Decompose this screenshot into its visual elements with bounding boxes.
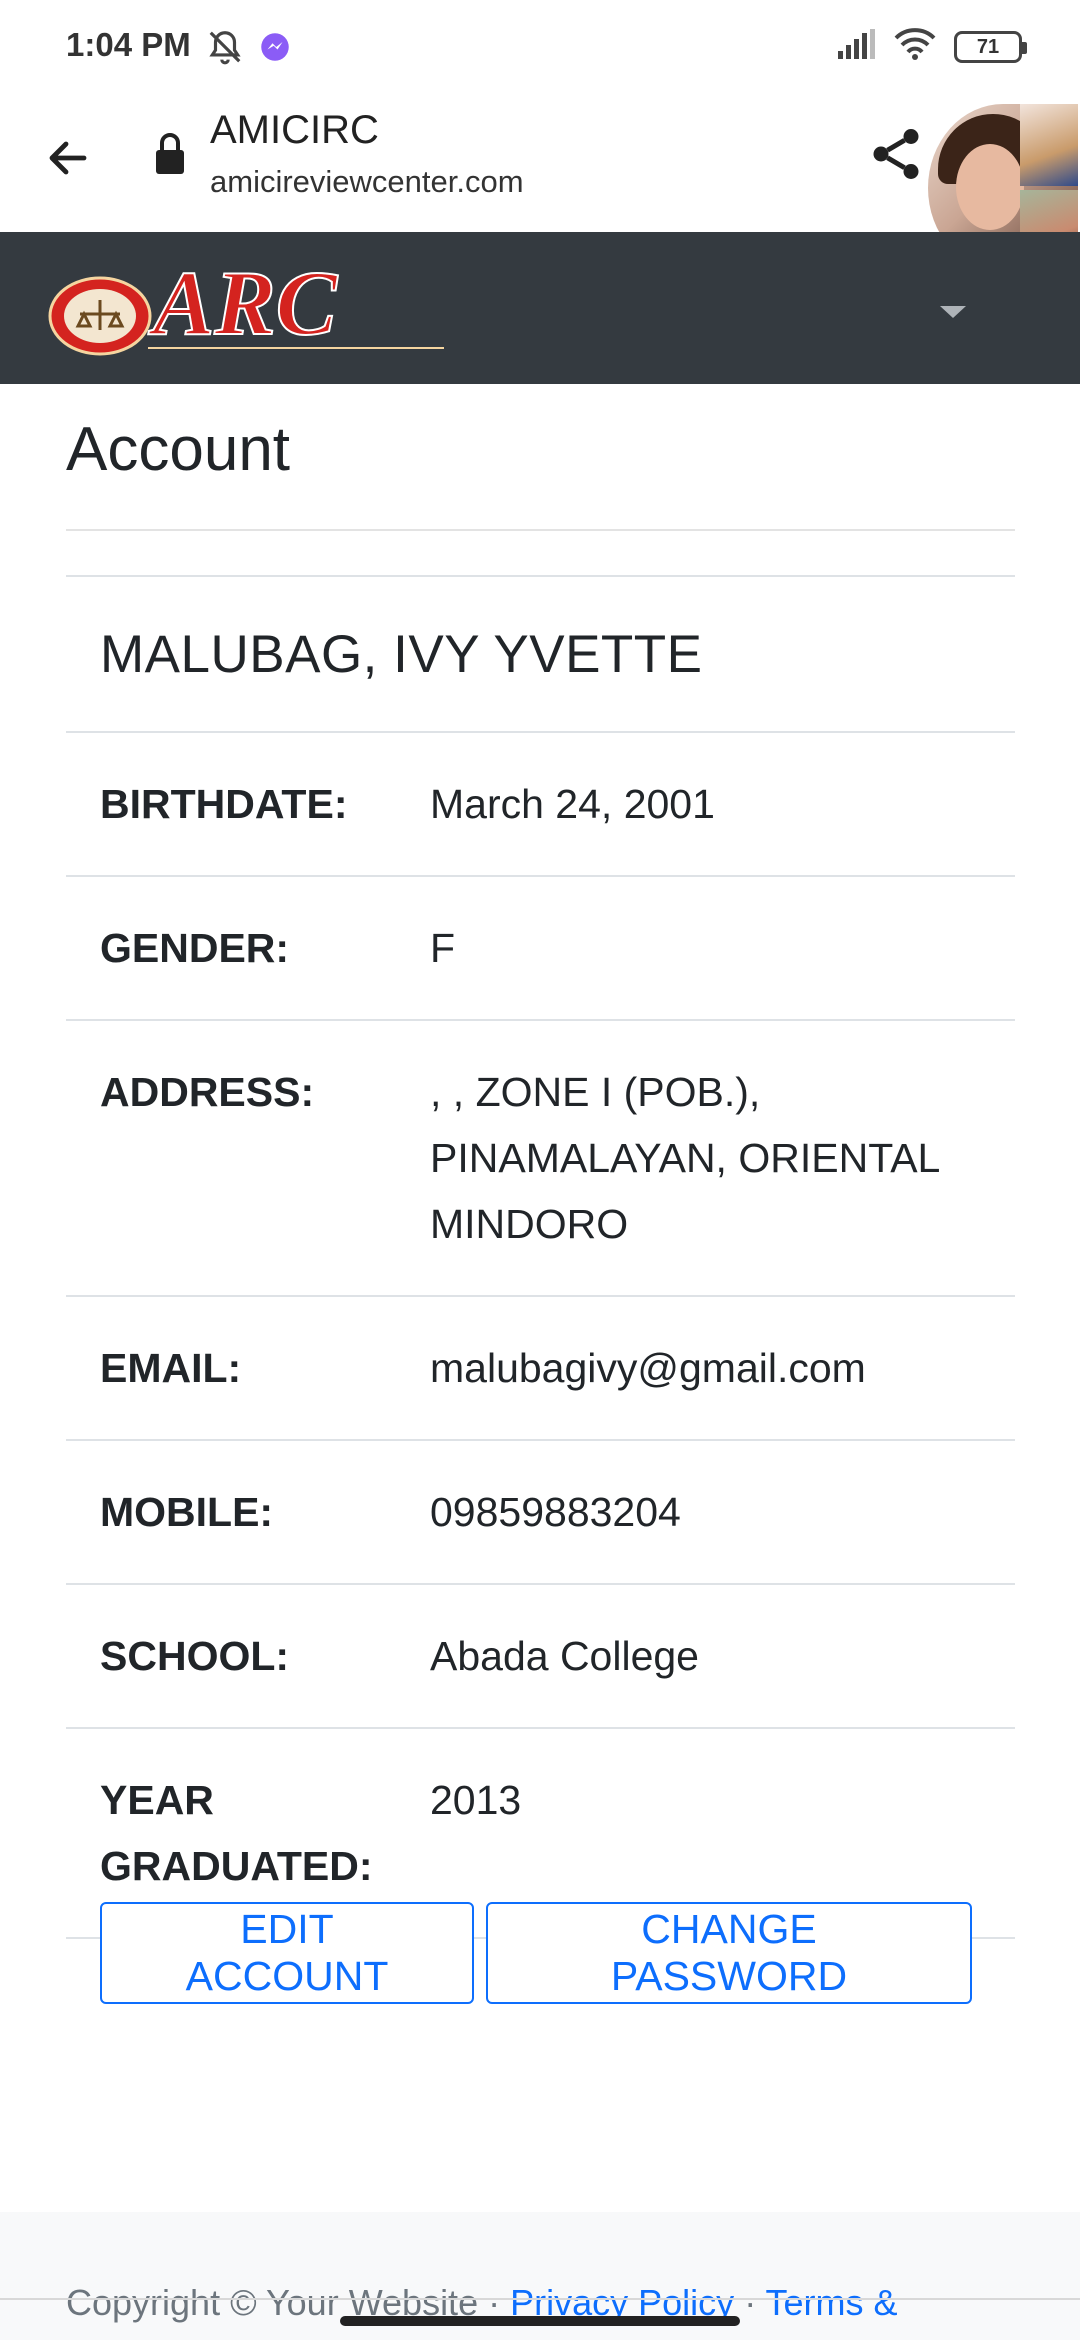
status-time: 1:04 PM [66,26,191,63]
messenger-icon [260,32,290,67]
student-name-row: MALUBAG, IVY YVETTE [66,577,1015,733]
table-row: SCHOOL: Abada College [66,1585,1015,1729]
field-label: SCHOOL: [100,1633,290,1679]
share-icon[interactable] [866,124,930,188]
lock-icon [154,130,186,176]
table-row: EMAIL: malubagivy@gmail.com [66,1297,1015,1441]
account-actions: EDIT ACCOUNT CHANGE PASSWORD [100,1902,972,2004]
status-bar: 1:04 PM 71 [0,0,1080,96]
divider [66,529,1015,531]
divider [0,2298,1080,2300]
field-label: MOBILE: [100,1489,274,1535]
wifi-icon [894,28,936,65]
account-details-table: MALUBAG, IVY YVETTE BIRTHDATE: March 24,… [66,575,1015,1939]
site-url[interactable]: amicireviewcenter.com [210,164,524,200]
back-arrow-icon[interactable] [36,126,100,190]
browser-bar: AMICIRC amicireviewcenter.com [0,96,1080,232]
dropdown-toggle-icon[interactable] [938,302,968,322]
field-value: malubagivy@gmail.com [430,1345,866,1391]
table-row: BIRTHDATE: March 24, 2001 [66,733,1015,877]
site-title: AMICIRC [210,108,379,152]
field-value: F [430,925,456,971]
change-password-button[interactable]: CHANGE PASSWORD [486,1902,972,2004]
terms-link[interactable]: Terms & [766,2282,898,2323]
field-value: , , ZONE I (POB.), PINAMALAYAN, ORIENTAL… [430,1069,939,1247]
field-value: March 24, 2001 [430,781,715,827]
field-value: Abada College [430,1633,699,1679]
field-label: EMAIL: [100,1345,242,1391]
site-navbar: ARC [0,232,1080,384]
arc-logo[interactable]: ARC [48,251,444,366]
field-label: ADDRESS: [100,1069,315,1115]
table-row: MOBILE: 09859883204 [66,1441,1015,1585]
edit-account-button[interactable]: EDIT ACCOUNT [100,1902,474,2004]
field-label: BIRTHDATE: [100,781,348,827]
table-row: GENDER: F [66,877,1015,1021]
home-indicator[interactable] [340,2316,740,2326]
battery-icon: 71 [954,30,1027,63]
table-row: ADDRESS: , , ZONE I (POB.), PINAMALAYAN,… [66,1021,1015,1297]
field-label: YEAR GRADUATED: [100,1777,373,1889]
student-name: MALUBAG, IVY YVETTE [100,624,703,684]
signal-icon [836,29,876,64]
field-label: GENDER: [100,925,290,971]
page-title: Account [66,415,291,484]
field-value: 09859883204 [430,1489,681,1535]
bell-off-icon [206,28,244,71]
field-value: 2013 [430,1777,522,1823]
svg-text:ARC: ARC [148,252,339,354]
